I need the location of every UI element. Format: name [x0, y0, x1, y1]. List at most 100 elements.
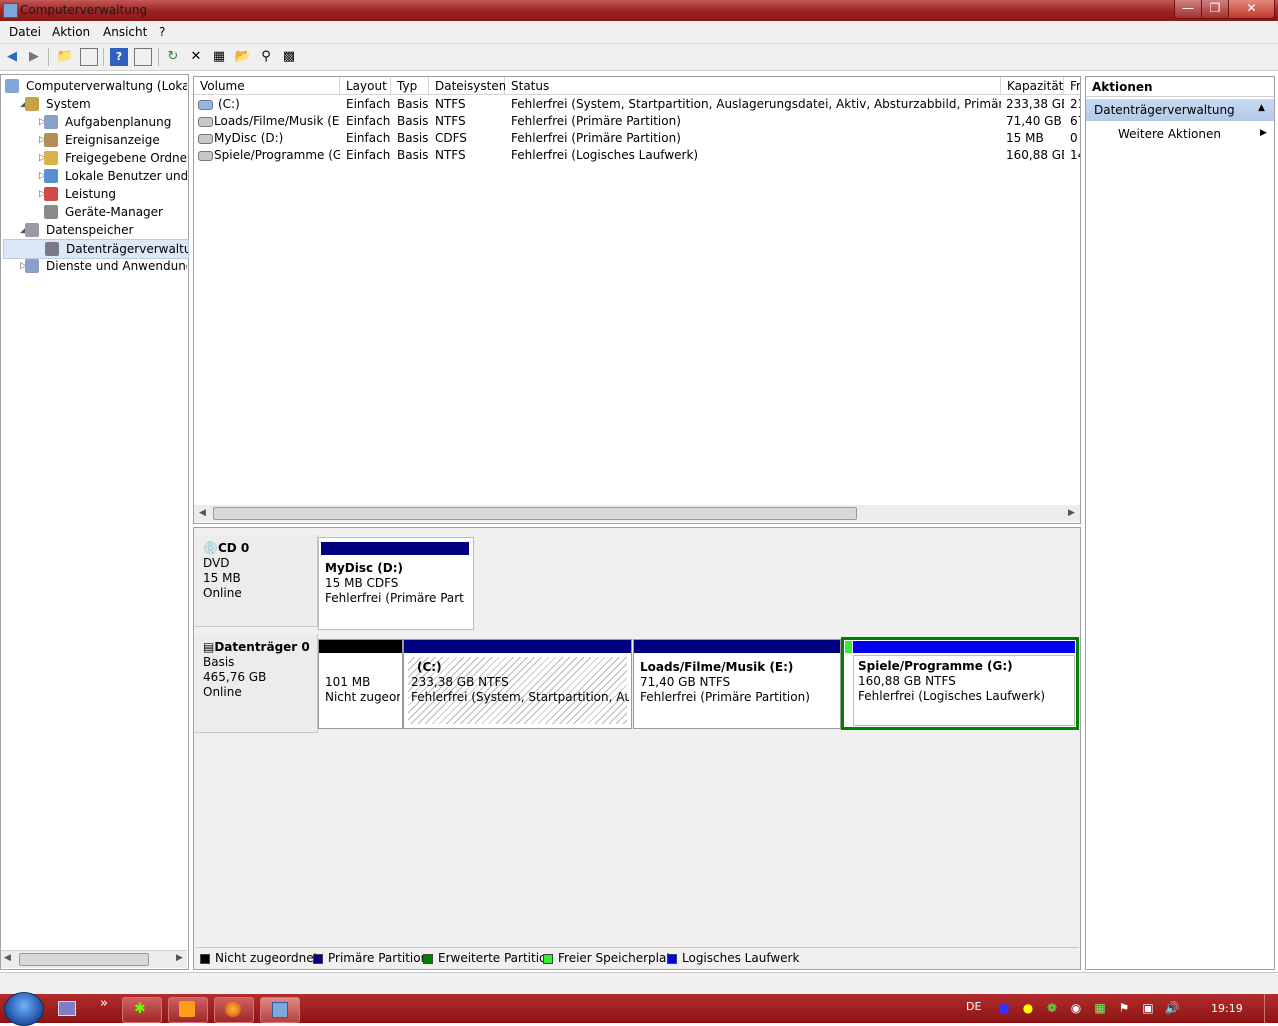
- partition-mydisc[interactable]: MyDisc (D:) 15 MB CDFS Fehlerfrei (Primä…: [318, 537, 474, 630]
- volume-cell-volume[interactable]: Loads/Filme/Musik (E:): [214, 113, 340, 130]
- partition-bar: [853, 641, 1075, 653]
- menu-aktion[interactable]: Aktion: [52, 25, 90, 39]
- tray-download-icon[interactable]: ▦: [1092, 1000, 1108, 1016]
- back-icon[interactable]: ◀: [3, 48, 21, 66]
- maximize-button[interactable]: ❐: [1201, 0, 1229, 19]
- disk-size: 465,76 GB: [203, 670, 267, 684]
- drive-icon: [198, 151, 213, 161]
- show-hide-action-pane-icon[interactable]: [134, 48, 152, 66]
- disk-settings-icon[interactable]: ▩: [280, 48, 298, 66]
- tree-item[interactable]: ▷ Aufgabenplanung: [3, 113, 187, 131]
- tree-item[interactable]: ▷ Freigegebene Ordner: [3, 149, 187, 167]
- taskbar-app-computerverwaltung[interactable]: [260, 997, 300, 1023]
- partition-bar: [404, 640, 631, 653]
- services-icon: [25, 259, 39, 273]
- language-indicator[interactable]: DE: [966, 1000, 981, 1013]
- disk-graphical-view: 💿CD 0 DVD 15 MB Online MyDisc (D:) 15 MB…: [193, 527, 1081, 970]
- column-header-dateisystem[interactable]: Dateisystem: [429, 77, 510, 95]
- tray-folder-icon[interactable]: ●: [1020, 1000, 1036, 1016]
- volume-icon[interactable]: 🔊: [1164, 1000, 1180, 1016]
- volume-cell-typ: Basis: [397, 131, 429, 145]
- volume-cell-capacity: 71,40 GB: [1006, 114, 1062, 128]
- list-scroll-thumb[interactable]: [213, 507, 857, 520]
- up-folder-icon[interactable]: 📁: [56, 48, 74, 66]
- tree-item[interactable]: ▷ Leistung: [3, 185, 187, 203]
- navigation-tree: Computerverwaltung (Lokal) ◢ System ▷ Aufgab…: [0, 74, 189, 970]
- tree-scroll-thumb[interactable]: [19, 953, 149, 966]
- scroll-left-icon[interactable]: ◀: [199, 508, 206, 518]
- volume-cell-free: 0: [1070, 131, 1078, 145]
- volume-cell-typ: Basis: [397, 97, 429, 111]
- tree-item[interactable]: ◢ System: [3, 95, 187, 113]
- help-icon[interactable]: ?: [110, 48, 128, 66]
- search-icon[interactable]: ⚲: [257, 48, 275, 66]
- menu-help[interactable]: ?: [159, 25, 165, 39]
- toolbar: ◀ ▶ 📁 ? ↻ ✕ ▦ 📂 ⚲ ▩: [0, 44, 1278, 71]
- action-center-flag-icon[interactable]: ⚑: [1116, 1000, 1132, 1016]
- show-desktop-icon[interactable]: [58, 1001, 76, 1016]
- show-hide-tree-icon[interactable]: [80, 48, 98, 66]
- open-folder-icon[interactable]: 📂: [234, 48, 252, 66]
- disk-info-cd0[interactable]: 💿CD 0 DVD 15 MB Online: [194, 535, 318, 627]
- start-button[interactable]: [4, 992, 44, 1026]
- volume-cell-capacity: 233,38 GB: [1006, 97, 1064, 111]
- tray-app-icon[interactable]: ■: [996, 1000, 1012, 1016]
- partition-e[interactable]: Loads/Filme/Musik (E:) 71,40 GB NTFS Feh…: [633, 639, 841, 729]
- tree-item[interactable]: ◢ Datenspeicher: [3, 221, 187, 239]
- tree-item[interactable]: ▷ Ereignisanzeige: [3, 131, 187, 149]
- legend-swatch: [543, 954, 553, 964]
- volume-cell-volume[interactable]: Spiele/Programme (G:): [214, 147, 340, 164]
- taskbar-app-1[interactable]: ✱: [122, 997, 162, 1023]
- tray-clover-icon[interactable]: ❁: [1044, 1000, 1060, 1016]
- column-header-typ[interactable]: Typ: [391, 77, 429, 95]
- clock[interactable]: 19:19: [1211, 1002, 1243, 1015]
- collapse-icon[interactable]: ▲: [1258, 103, 1265, 113]
- volume-cell-volume[interactable]: (C:): [214, 96, 344, 113]
- show-desktop-button[interactable]: [1264, 994, 1278, 1023]
- forward-icon[interactable]: ▶: [25, 48, 43, 66]
- quicklaunch-chevron[interactable]: »: [100, 996, 108, 1011]
- volume-list: Volume Layout Typ Dateisystem Status Kap…: [193, 76, 1081, 524]
- column-header-volume[interactable]: Volume: [194, 77, 340, 95]
- close-button[interactable]: ✕: [1228, 0, 1275, 19]
- volume-cell-typ: Basis: [397, 114, 429, 128]
- volume-cell-fs: NTFS: [435, 114, 466, 128]
- taskbar-app-2[interactable]: [168, 997, 208, 1023]
- volume-cell-status: Fehlerfrei (Primäre Partition): [511, 114, 681, 128]
- tree-item[interactable]: Geräte-Manager: [3, 203, 187, 221]
- legend-label: Freier Speicherplatz: [558, 951, 678, 965]
- column-header-free[interactable]: Fr: [1064, 77, 1080, 95]
- taskbar-app-3[interactable]: [214, 997, 254, 1023]
- network-icon[interactable]: ▣: [1140, 1000, 1156, 1016]
- partition-unallocated[interactable]: 101 MB Nicht zugeordnet: [318, 639, 403, 729]
- weitere-aktionen-item[interactable]: Weitere Aktionen ▶: [1086, 125, 1274, 145]
- tree-item[interactable]: Datenträgerverwaltung: [3, 239, 189, 259]
- scroll-right-icon[interactable]: ▶: [176, 953, 183, 963]
- partition-c[interactable]: (C:) 233,38 GB NTFS Fehlerfrei (System, …: [403, 639, 632, 729]
- scroll-right-icon[interactable]: ▶: [1068, 508, 1075, 518]
- refresh-icon[interactable]: ↻: [164, 48, 182, 66]
- menu-ansicht[interactable]: Ansicht: [103, 25, 147, 39]
- disk-info-disk0[interactable]: ▤Datenträger 0 Basis 465,76 GB Online: [194, 634, 318, 733]
- column-header-layout[interactable]: Layout: [340, 77, 391, 95]
- legend-label: Primäre Partition: [328, 951, 429, 965]
- drive-icon: [198, 100, 213, 110]
- scroll-left-icon[interactable]: ◀: [4, 953, 11, 963]
- column-header-kapazitaet[interactable]: Kapazität: [1001, 77, 1064, 95]
- tree-item[interactable]: ▷Lokale Benutzer und Gruppen: [3, 167, 187, 185]
- tree-item[interactable]: Computerverwaltung (Lokal): [3, 77, 187, 95]
- actions-section[interactable]: Datenträgerverwaltung ▲: [1086, 99, 1274, 121]
- tree-horizontal-scrollbar[interactable]: ◀ ▶: [1, 950, 187, 968]
- tray-steam-icon[interactable]: ◉: [1068, 1000, 1084, 1016]
- tree-item[interactable]: ▷Dienste und Anwendungen: [3, 257, 187, 275]
- partition-g[interactable]: Spiele/Programme (G:) 160,88 GB NTFS Feh…: [841, 637, 1079, 730]
- computer-management-icon: [3, 3, 18, 18]
- column-header-status[interactable]: Status: [505, 77, 1001, 95]
- volume-cell-volume[interactable]: MyDisc (D:): [214, 130, 340, 147]
- menu-datei[interactable]: Datei: [9, 25, 41, 39]
- volume-cell-status: Fehlerfrei (Primäre Partition): [511, 131, 681, 145]
- minimize-button[interactable]: —: [1174, 0, 1202, 19]
- list-horizontal-scrollbar[interactable]: ◀ ▶: [194, 505, 1080, 522]
- delete-icon[interactable]: ✕: [187, 48, 205, 66]
- properties-icon[interactable]: ▦: [210, 48, 228, 66]
